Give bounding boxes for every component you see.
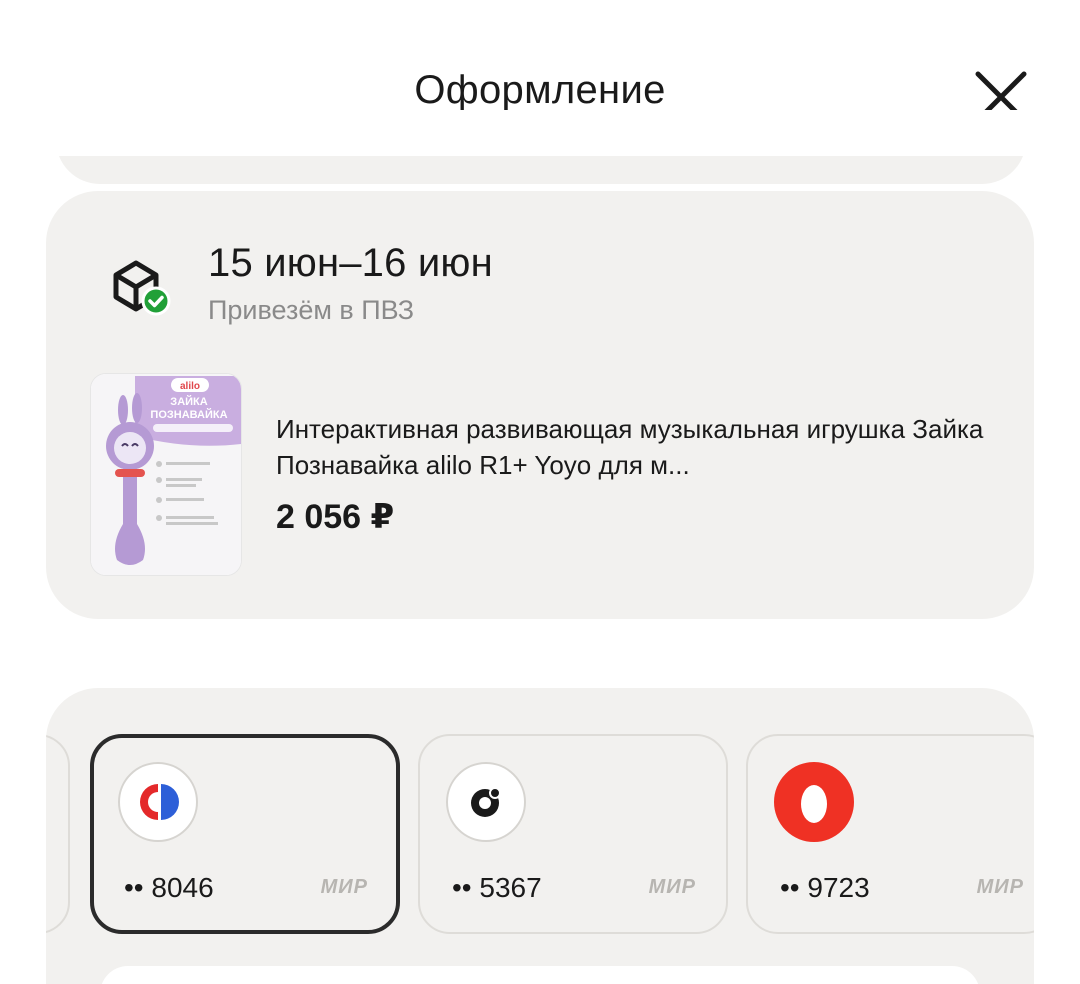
payment-card-partial[interactable]	[46, 734, 70, 934]
payment-card-9723[interactable]: •• 9723 МИР	[746, 734, 1034, 934]
mir-logo: МИР	[320, 876, 368, 898]
payment-card-5367[interactable]: •• 5367 МИР	[418, 734, 728, 934]
page-title: Оформление	[414, 68, 666, 112]
card-number: •• 9723	[780, 872, 870, 903]
product-image[interactable]: alilo ЗАЙКА ПОЗНАВАЙКА	[90, 373, 242, 576]
delivery-method: Привезём в ПВЗ	[208, 295, 415, 325]
delivery-card[interactable]: 15 июн–16 июн Привезём в ПВЗ alilo ЗАЙКА…	[46, 191, 1034, 619]
product-image-brand: alilo	[180, 381, 200, 392]
card-number: •• 8046	[124, 872, 214, 903]
product-name[interactable]: Интерактивная развивающая музыкальная иг…	[276, 411, 996, 483]
product-image-title-2: ПОЗНАВАЙКА	[150, 408, 227, 421]
bank-logo-alfa-icon	[774, 762, 854, 842]
card-number: •• 5367	[452, 872, 542, 903]
product-price: 2 056 ₽	[276, 498, 395, 536]
payment-card-8046[interactable]: •• 8046 МИР	[90, 734, 400, 934]
delivery-dates: 15 июн–16 июн	[208, 241, 493, 285]
mir-logo: МИР	[976, 876, 1024, 898]
bank-logo-mts-icon	[118, 762, 198, 842]
next-section-edge	[100, 966, 980, 984]
bank-logo-ozon-icon	[446, 762, 526, 842]
box-check-icon	[108, 253, 174, 319]
payment-methods-carousel[interactable]: •• 8046 МИР •• 5367 МИР •• 9723 МИР	[46, 688, 1034, 984]
product-image-title-1: ЗАЙКА	[170, 395, 207, 408]
mir-logo: МИР	[648, 876, 696, 898]
